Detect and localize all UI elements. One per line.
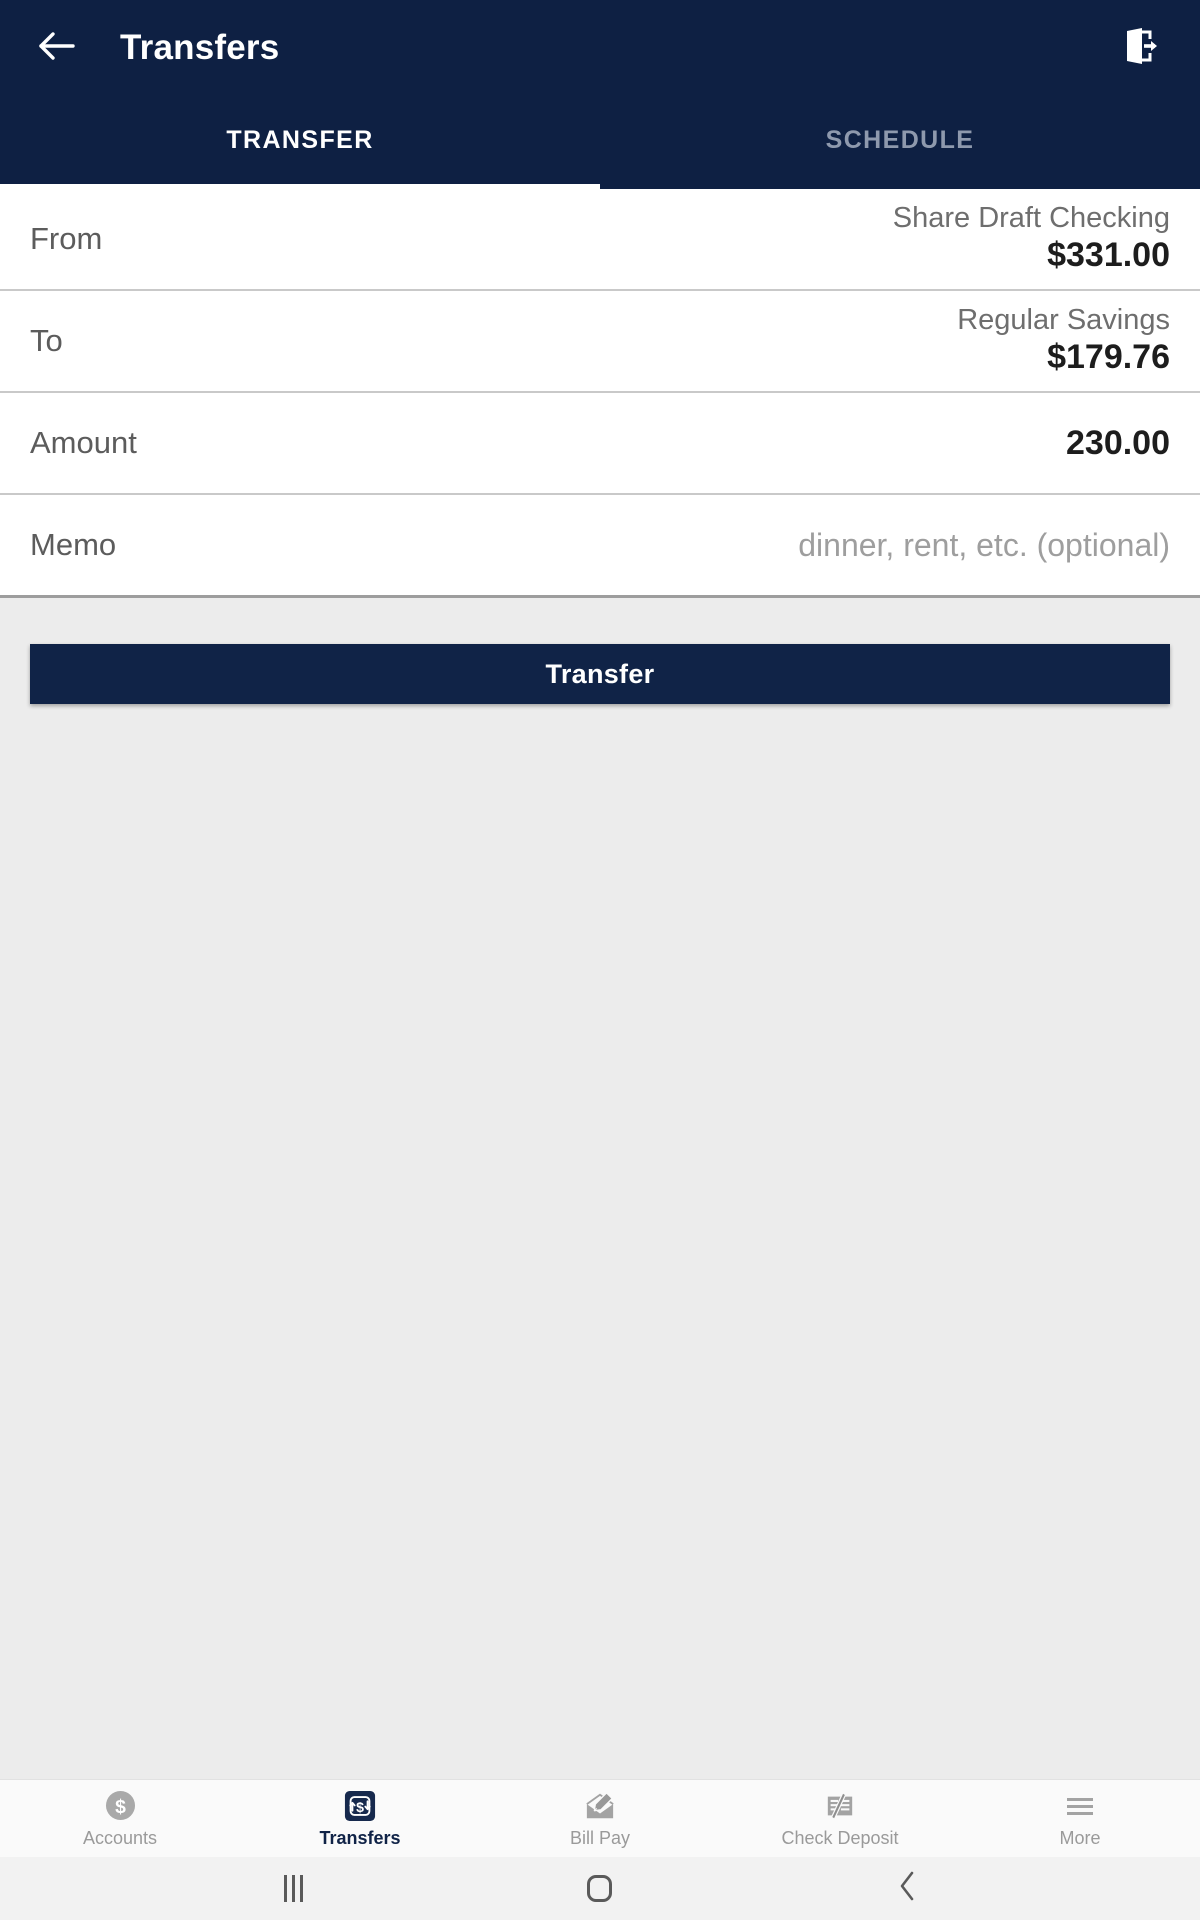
nav-label-transfers: Transfers	[319, 1827, 401, 1848]
from-account-row[interactable]: From Share Draft Checking $331.00	[0, 189, 1200, 289]
dollar-circle-icon: $	[105, 1789, 136, 1823]
recent-apps-button[interactable]	[258, 1857, 328, 1920]
amount-label: Amount	[30, 425, 137, 460]
from-label: From	[30, 221, 103, 256]
nav-item-accounts[interactable]: $ Accounts	[0, 1780, 240, 1858]
page-title: Transfers	[120, 28, 280, 67]
recent-apps-icon	[283, 1875, 303, 1902]
memo-label: Memo	[30, 527, 117, 562]
back-button-system[interactable]	[872, 1857, 942, 1920]
amount-input[interactable]: 230.00	[1066, 424, 1170, 463]
svg-text:$: $	[115, 1796, 126, 1818]
nav-label-accounts: Accounts	[82, 1827, 158, 1848]
hamburger-menu-icon	[1065, 1789, 1095, 1823]
tab-bar: TRANSFER SCHEDULE	[0, 96, 1200, 189]
app-root: Transfers TRANSFER SCHEDULE From Share D…	[0, 0, 1200, 1920]
nav-item-check-deposit[interactable]: Check Deposit	[720, 1780, 960, 1858]
from-account-details: Share Draft Checking $331.00	[102, 202, 1170, 274]
transfer-form: From Share Draft Checking $331.00 To Reg…	[0, 189, 1200, 598]
content-area: Transfer	[0, 598, 1200, 1779]
to-account-name: Regular Savings	[957, 304, 1170, 337]
home-icon	[587, 1875, 613, 1902]
transfer-arrows-icon: $	[344, 1789, 376, 1823]
nav-label-bill-pay: Bill Pay	[569, 1827, 631, 1848]
arrow-left-icon	[38, 30, 76, 67]
memo-input-placeholder[interactable]: dinner, rent, etc. (optional)	[798, 527, 1170, 564]
nav-item-more[interactable]: More	[960, 1780, 1200, 1858]
nav-item-transfers[interactable]: $ Transfers	[240, 1780, 480, 1858]
nav-label-more: More	[1059, 1827, 1101, 1848]
tab-transfer-label: TRANSFER	[226, 125, 374, 154]
tab-transfer[interactable]: TRANSFER	[0, 96, 600, 184]
envelope-pen-icon	[583, 1789, 617, 1823]
to-label: To	[30, 323, 63, 358]
back-button[interactable]	[30, 21, 84, 75]
app-header: Transfers TRANSFER SCHEDULE	[0, 0, 1200, 195]
android-system-bar	[0, 1857, 1200, 1920]
logout-button[interactable]	[1112, 20, 1168, 76]
nav-label-check-deposit: Check Deposit	[781, 1827, 899, 1848]
home-button[interactable]	[565, 1857, 635, 1920]
nav-item-bill-pay[interactable]: Bill Pay	[480, 1780, 720, 1858]
memo-value-wrap: dinner, rent, etc. (optional)	[116, 527, 1170, 564]
back-chevron-icon	[896, 1870, 918, 1907]
from-account-name: Share Draft Checking	[892, 202, 1170, 235]
app-header-top: Transfers	[0, 0, 1200, 96]
from-account-balance: $331.00	[1047, 235, 1170, 274]
bottom-navigation: $ Accounts $ Transfers Bill Pay Check De…	[0, 1779, 1200, 1857]
to-account-balance: $179.76	[1047, 337, 1170, 376]
amount-value-wrap: 230.00	[137, 424, 1170, 463]
svg-text:$: $	[356, 1799, 364, 1815]
to-account-details: Regular Savings $179.76	[63, 304, 1170, 376]
amount-row[interactable]: Amount 230.00	[0, 393, 1200, 493]
to-account-row[interactable]: To Regular Savings $179.76	[0, 291, 1200, 391]
tab-schedule-label: SCHEDULE	[825, 125, 975, 154]
memo-row[interactable]: Memo dinner, rent, etc. (optional)	[0, 495, 1200, 595]
transfer-button[interactable]: Transfer	[30, 644, 1170, 704]
check-pen-icon	[824, 1789, 856, 1823]
logout-icon	[1120, 26, 1160, 71]
tab-schedule[interactable]: SCHEDULE	[600, 96, 1200, 184]
